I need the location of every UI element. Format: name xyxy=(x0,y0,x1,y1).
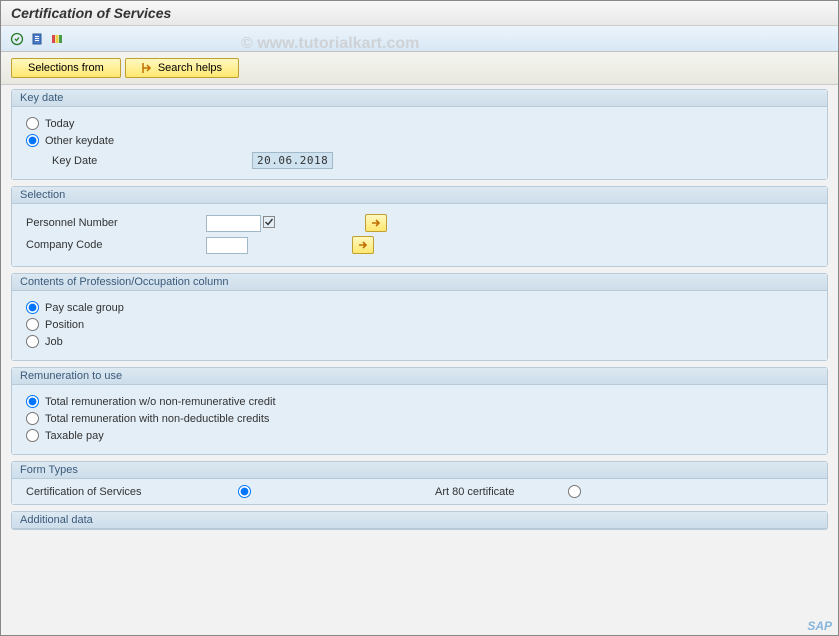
radio-input[interactable] xyxy=(26,301,39,314)
section-header: Remuneration to use xyxy=(12,368,827,385)
radio-label: Position xyxy=(45,319,84,331)
profession-section: Contents of Profession/Occupation column… xyxy=(11,273,828,361)
info-icon[interactable] xyxy=(29,31,45,47)
personnel-input[interactable] xyxy=(206,215,261,232)
variant-icon[interactable] xyxy=(49,31,65,47)
section-header: Key date xyxy=(12,90,827,107)
radio-label: Other keydate xyxy=(45,135,114,147)
page-title: Certification of Services xyxy=(1,1,838,26)
radio-label: Taxable pay xyxy=(45,430,104,442)
keydate-value[interactable]: 20.06.2018 xyxy=(252,152,333,169)
radio-input[interactable] xyxy=(26,134,39,147)
radio-label: Total remuneration w/o non-remunerative … xyxy=(45,396,276,408)
remun-opt2-radio[interactable]: Total remuneration with non-deductible c… xyxy=(26,410,813,427)
company-input[interactable] xyxy=(206,237,248,254)
art80-radio[interactable] xyxy=(568,485,581,498)
button-bar: Selections from Search helps xyxy=(1,52,838,85)
cert-services-label: Certification of Services xyxy=(26,486,226,498)
remun-opt1-radio[interactable]: Total remuneration w/o non-remunerative … xyxy=(26,393,813,410)
button-label: Selections from xyxy=(28,62,104,74)
remun-opt3-radio[interactable]: Taxable pay xyxy=(26,427,813,444)
radio-input[interactable] xyxy=(26,335,39,348)
radio-label: Job xyxy=(45,336,63,348)
radio-input[interactable] xyxy=(26,429,39,442)
remuneration-section: Remuneration to use Total remuneration w… xyxy=(11,367,828,455)
personnel-label: Personnel Number xyxy=(26,217,206,229)
art80-label: Art 80 certificate xyxy=(435,486,514,498)
radio-label: Pay scale group xyxy=(45,302,124,314)
radio-input[interactable] xyxy=(26,117,39,130)
cert-services-radio[interactable] xyxy=(238,485,251,498)
section-header: Selection xyxy=(12,187,827,204)
company-label: Company Code xyxy=(26,239,206,251)
multiple-selection-button[interactable] xyxy=(365,214,387,232)
arrow-right-icon xyxy=(142,62,152,74)
button-label: Search helps xyxy=(158,62,222,74)
form-types-section: Form Types Certification of Services Art… xyxy=(11,461,828,505)
keydate-label: Key Date xyxy=(52,155,242,167)
section-header: Additional data xyxy=(12,512,827,529)
search-helps-button[interactable]: Search helps xyxy=(125,58,239,78)
pay-scale-radio[interactable]: Pay scale group xyxy=(26,299,813,316)
job-radio[interactable]: Job xyxy=(26,333,813,350)
keydate-today-radio[interactable]: Today xyxy=(26,115,813,132)
radio-label: Today xyxy=(45,118,74,130)
app-toolbar xyxy=(1,26,838,52)
radio-input[interactable] xyxy=(26,395,39,408)
keydate-other-radio[interactable]: Other keydate xyxy=(26,132,813,149)
multiple-selection-button[interactable] xyxy=(352,236,374,254)
selection-section: Selection Personnel Number Company Code xyxy=(11,186,828,267)
execute-icon[interactable] xyxy=(9,31,25,47)
radio-input[interactable] xyxy=(26,318,39,331)
position-radio[interactable]: Position xyxy=(26,316,813,333)
radio-input[interactable] xyxy=(26,412,39,425)
radio-label: Total remuneration with non-deductible c… xyxy=(45,413,269,425)
selections-from-button[interactable]: Selections from xyxy=(11,58,121,78)
checkmark-icon xyxy=(263,216,275,231)
additional-section: Additional data xyxy=(11,511,828,530)
section-header: Form Types xyxy=(12,462,827,479)
section-header: Contents of Profession/Occupation column xyxy=(12,274,827,291)
sap-logo: SAP xyxy=(807,619,832,633)
keydate-section: Key date Today Other keydate Key Date 20… xyxy=(11,89,828,180)
